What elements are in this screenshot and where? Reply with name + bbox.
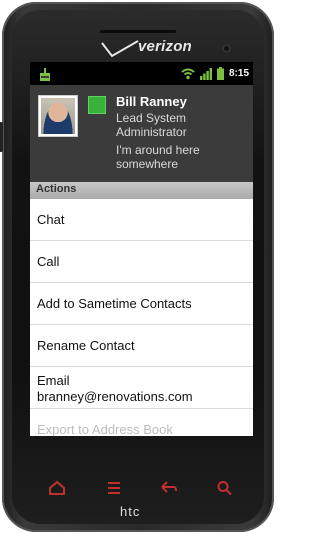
navigation-bar: htc — [0, 436, 276, 534]
carrier-name: verizon — [138, 38, 192, 55]
back-icon[interactable] — [160, 480, 178, 496]
front-camera — [222, 44, 231, 53]
search-icon[interactable] — [216, 480, 234, 496]
action-chat[interactable]: Chat — [30, 199, 253, 241]
avatar[interactable] — [38, 95, 78, 137]
action-add-to-sametime-contacts[interactable]: Add to Sametime Contacts — [30, 283, 253, 325]
action-export-to-address-book[interactable]: Export to Address Book — [30, 409, 253, 436]
action-call[interactable]: Call — [30, 241, 253, 283]
verizon-check-icon — [101, 40, 139, 58]
download-icon — [40, 68, 50, 81]
action-rename-contact[interactable]: Rename Contact — [30, 325, 253, 367]
presence-status-icon — [88, 96, 106, 114]
action-label: Export to Address Book — [37, 422, 173, 436]
side-button — [0, 122, 3, 152]
clock: 8:15 — [228, 68, 249, 79]
action-label: Chat — [37, 212, 65, 227]
menu-icon[interactable] — [105, 480, 123, 496]
email-address: branney@renovations.com — [37, 389, 193, 404]
action-label: Rename Contact — [37, 338, 135, 353]
action-email[interactable]: Email branney@renovations.com — [30, 367, 253, 409]
carrier-logo-area: verizon — [0, 36, 276, 62]
action-label: Add to Sametime Contacts — [37, 296, 192, 311]
action-label: Email — [37, 373, 70, 388]
section-header-actions: Actions — [30, 182, 253, 199]
actions-list: Chat Call Add to Sametime Contacts Renam… — [30, 199, 253, 436]
contact-title: Lead System Administrator — [116, 111, 187, 139]
contact-name: Bill Ranney — [116, 94, 187, 109]
battery-icon — [216, 67, 224, 80]
status-bar: 8:15 — [30, 62, 253, 85]
earpiece-speaker — [100, 30, 176, 33]
screen: 8:15 Bill Ranney Lead System Administrat… — [30, 62, 253, 436]
signal-icon — [199, 67, 212, 80]
wifi-icon — [181, 68, 195, 79]
action-label: Call — [37, 254, 60, 269]
home-icon[interactable] — [48, 480, 66, 496]
brand-logo: htc — [120, 504, 141, 519]
contact-status-message: I'm around here somewhere — [116, 143, 200, 171]
